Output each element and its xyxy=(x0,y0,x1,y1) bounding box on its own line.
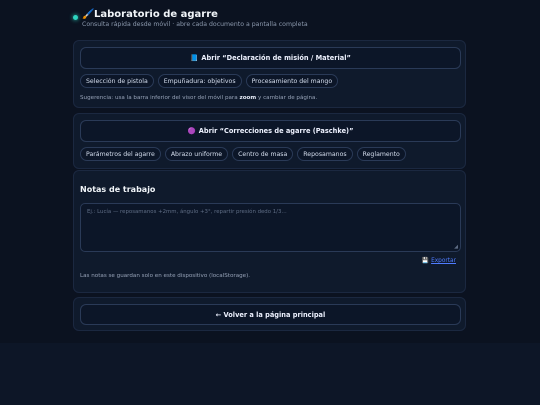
doc2-chips: Parámetros del agarre Abrazo uniforme Ce… xyxy=(80,147,406,161)
page-title: Laboratorio de agarre xyxy=(94,9,218,20)
resize-grip-icon[interactable]: ◢ xyxy=(454,244,458,250)
back-to-home-button[interactable]: ← Volver a la página principal xyxy=(80,304,461,325)
open-doc1-label: Abrir “Declaración de misión / Material” xyxy=(201,54,351,62)
notes-title: Notas de trabajo xyxy=(80,185,156,194)
floppy-disk-icon: 💾 xyxy=(421,258,430,264)
page-container: 🖌️ Laboratorio de agarre Consulta rápida… xyxy=(73,8,466,331)
doc1-chips: Selección de pistola Empuñadura: objetiv… xyxy=(80,74,339,88)
export-label: Exportar xyxy=(431,258,456,264)
open-doc2-label: Abrir “Correcciones de agarre (Paschke)” xyxy=(198,127,354,135)
notes-textarea[interactable]: Ej.: Lucía — reposamanos +2mm, ángulo +3… xyxy=(80,203,461,252)
open-doc2-button[interactable]: 🟣 Abrir “Correcciones de agarre (Paschke… xyxy=(80,120,461,142)
chip-abrazo-uniforme[interactable]: Abrazo uniforme xyxy=(164,147,229,161)
doc1-card: 📘 Abrir “Declaración de misión / Materia… xyxy=(73,40,466,108)
doc2-card: 🟣 Abrir “Correcciones de agarre (Paschke… xyxy=(73,113,466,169)
page-subtitle: Consulta rápida desde móvil · abre cada … xyxy=(82,21,308,28)
nav-card: ← Volver a la página principal xyxy=(73,297,466,331)
status-dot-icon xyxy=(73,15,78,20)
chip-centro-masa[interactable]: Centro de masa xyxy=(232,147,294,161)
chip-parametros-agarre[interactable]: Parámetros del agarre xyxy=(80,147,161,161)
export-notes-link[interactable]: 💾 Exportar xyxy=(422,258,456,264)
hint-text-end: y cambiar de página. xyxy=(256,95,318,101)
book-icon: 📘 xyxy=(190,54,199,62)
chip-empunadura-objetivos[interactable]: Empuñadura: objetivos xyxy=(157,74,242,88)
notes-placeholder: Ej.: Lucía — reposamanos +2mm, ángulo +3… xyxy=(87,209,287,215)
hint-text-start: Sugerencia: usa la barra inferior del vi… xyxy=(80,95,240,101)
notes-card: Notas de trabajo Ej.: Lucía — reposamano… xyxy=(73,170,466,293)
brush-icon: 🖌️ xyxy=(82,9,95,20)
purple-circle-icon: 🟣 xyxy=(187,127,196,135)
storage-note: Las notas se guardan solo en este dispos… xyxy=(80,273,251,279)
chip-procesamiento-mango[interactable]: Procesamiento del mango xyxy=(245,74,339,88)
chip-seleccion-pistola[interactable]: Selección de pistola xyxy=(80,74,154,88)
chip-reposamanos[interactable]: Reposamanos xyxy=(297,147,353,161)
page-footer-band xyxy=(0,343,540,405)
hint-text-bold: zoom xyxy=(239,95,257,101)
page-header: 🖌️ Laboratorio de agarre Consulta rápida… xyxy=(73,8,466,40)
open-doc1-button[interactable]: 📘 Abrir “Declaración de misión / Materia… xyxy=(80,47,461,69)
zoom-hint: Sugerencia: usa la barra inferior del vi… xyxy=(80,95,317,101)
chip-reglamento[interactable]: Reglamento xyxy=(356,147,406,161)
